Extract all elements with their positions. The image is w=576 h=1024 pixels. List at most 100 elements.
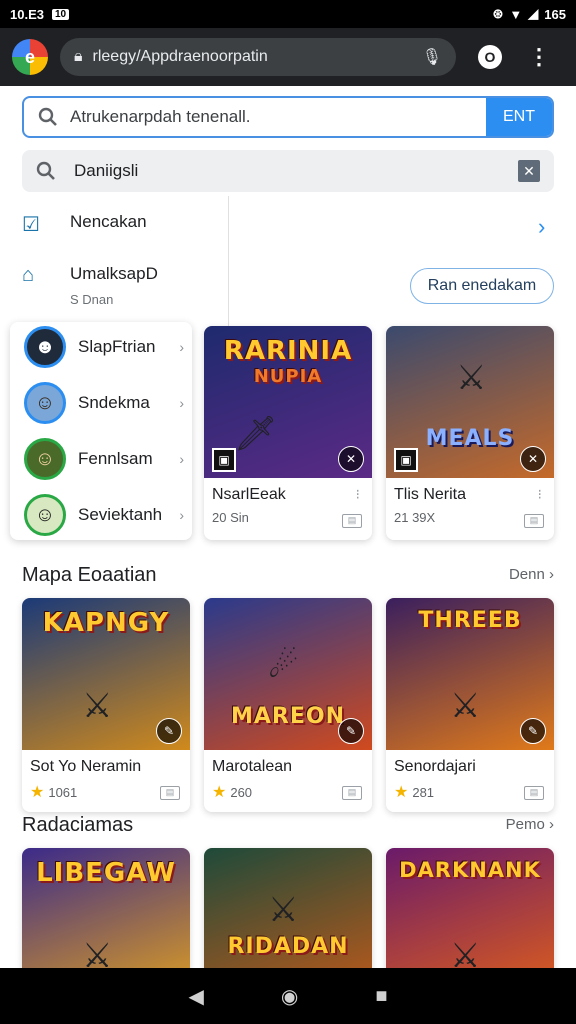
star-icon: ★: [394, 784, 409, 801]
game-art-title: THREEB: [418, 608, 522, 633]
search-input[interactable]: Atrukenarpdah tenenall.: [24, 98, 486, 136]
game-card[interactable]: RARINIA NUPIA 🗡︎ ▣ ✕ NsarlEeak 20 Sin ⁝ …: [204, 326, 372, 540]
chevron-right-icon: ›: [179, 395, 184, 411]
game-art: RARINIA NUPIA 🗡︎ ▣ ✕: [204, 326, 372, 478]
menu-divider: [228, 196, 229, 326]
section-more-label: Pemo: [505, 816, 545, 833]
play-icon[interactable]: ✎: [520, 718, 546, 744]
overflow-menu-icon[interactable]: ⋮: [528, 46, 550, 68]
url-text: rleegy/Appdraenoorpatin: [92, 48, 268, 65]
status-battery: 165: [544, 6, 566, 22]
contact-item[interactable]: ☺ Fennlsam ›: [24, 438, 184, 480]
game-art-title: DARKNANK: [399, 858, 541, 882]
section-more-link[interactable]: Pemo ›: [506, 816, 554, 833]
wifi-icon: ▼: [509, 6, 523, 22]
game-art: MEALS ⚔︎ ▣ ✕: [386, 326, 554, 478]
contact-list: ☻ SlapFtrian › ☺ Sndekma › ☺ Fennlsam › …: [10, 322, 192, 540]
game-card[interactable]: MAREON ☄︎ ✎ Marotalean ★ 260 ▤: [204, 598, 372, 812]
contact-name: Seviektanh: [78, 505, 163, 524]
hero-figure-icon: ⚔︎: [82, 687, 113, 725]
download-icon[interactable]: ▤: [524, 514, 544, 528]
home-button-icon[interactable]: ◉: [281, 984, 298, 1009]
section-more-label: Denn: [508, 566, 545, 583]
status-bar: 10.E3 10 ⊛ ▼ ◢ 165: [0, 0, 576, 28]
download-icon[interactable]: ▤: [342, 786, 362, 800]
game-art-subtitle: NUPIA: [253, 366, 323, 387]
status-time: 10.E3: [10, 6, 44, 22]
game-art: MAREON ☄︎ ✎: [204, 598, 372, 750]
search-placeholder: Atrukenarpdah tenenall.: [70, 107, 251, 126]
rating-value: 260: [230, 784, 253, 800]
status-right: ⊛ ▼ ◢ 165: [493, 6, 566, 22]
back-icon[interactable]: ◀: [189, 984, 204, 1009]
contact-item[interactable]: ☺ Sndekma ›: [24, 382, 184, 424]
game-meta: Sot Yo Neramin ★ 1061 ▤: [22, 750, 190, 812]
chevron-right-icon[interactable]: ›: [538, 214, 545, 240]
rating-value: 1061: [48, 784, 78, 800]
play-icon[interactable]: ✕: [338, 446, 364, 472]
hero-figure-icon: ☄︎: [268, 647, 299, 685]
menu-item-2-label: UmalksapD: [70, 264, 158, 283]
chevron-right-icon: ›: [179, 507, 184, 523]
signal-icon: ◢: [528, 6, 539, 21]
chevron-right-icon: ›: [179, 339, 184, 355]
download-icon[interactable]: ▤: [342, 514, 362, 528]
url-bar[interactable]: 🔒︎ rleegy/Appdraenoorpatin 🎙︎: [60, 38, 456, 76]
rating-badge-icon: ▣: [394, 448, 418, 472]
hero-figure-icon: ⚔︎: [456, 359, 487, 397]
clear-icon[interactable]: ✕: [518, 160, 540, 182]
star-icon: ★: [30, 784, 45, 801]
menu-item-1[interactable]: ☑ Nencakan: [22, 212, 147, 236]
system-nav-bar: ◀ ◉ ■: [0, 968, 576, 1024]
game-art-title: RIDADAN: [227, 934, 349, 959]
game-art-title: MAREON: [230, 704, 345, 729]
game-card[interactable]: KAPNGY ⚔︎ ✎ Sot Yo Neramin ★ 1061 ▤: [22, 598, 190, 812]
search-go-button[interactable]: ENT: [486, 98, 552, 136]
play-icon[interactable]: ✎: [338, 718, 364, 744]
download-icon[interactable]: ▤: [524, 786, 544, 800]
contact-name: Sndekma: [78, 393, 150, 412]
browser-toolbar: e 🔒︎ rleegy/Appdraenoorpatin 🎙︎ O ⋮: [0, 28, 576, 86]
mic-icon[interactable]: 🎙︎: [422, 47, 442, 67]
game-art-title: MEALS: [425, 426, 515, 451]
play-icon[interactable]: ✕: [520, 446, 546, 472]
search-bar[interactable]: Atrukenarpdah tenenall. ENT: [22, 96, 554, 138]
menu-item-2-sub: S Dnan: [70, 292, 114, 307]
avatar: ☻: [24, 326, 66, 368]
game-card[interactable]: THREEB ⚔︎ ✎ Senordajari ★ 281 ▤: [386, 598, 554, 812]
secondary-search[interactable]: Daniigsli ✕: [22, 150, 554, 192]
pill-button[interactable]: Ran enedakam: [410, 268, 554, 304]
game-art: THREEB ⚔︎ ✎: [386, 598, 554, 750]
secondary-search-label: Daniigsli: [74, 161, 139, 180]
search-icon: [36, 161, 55, 180]
hero-figure-icon: ⚔︎: [268, 891, 299, 929]
recents-icon[interactable]: ■: [375, 985, 387, 1008]
more-icon[interactable]: ⁝: [356, 486, 360, 503]
app-logo-icon[interactable]: e: [12, 39, 48, 75]
download-icon[interactable]: ▤: [160, 786, 180, 800]
contact-name: Fennlsam: [78, 449, 153, 468]
contact-name: SlapFtrian: [78, 337, 156, 356]
more-icon[interactable]: ⁝: [538, 486, 542, 503]
tab-switcher-button[interactable]: O: [478, 45, 502, 69]
avatar: ☺: [24, 494, 66, 536]
contact-item[interactable]: ☻ SlapFtrian ›: [24, 326, 184, 368]
game-title: Tlis Nerita: [394, 486, 467, 503]
play-icon[interactable]: ✎: [156, 718, 182, 744]
section-title: Radaciamas: [22, 814, 134, 836]
game-meta: Tlis Nerita 21 39X ⁝ ▤: [386, 478, 554, 540]
game-art-title: RARINIA: [223, 336, 353, 366]
game-art-title: LIBEGAW: [36, 858, 176, 888]
game-title: Marotalean: [212, 758, 293, 775]
star-icon: ★: [212, 784, 227, 801]
section-more-link[interactable]: Denn ›: [509, 566, 554, 583]
avatar: ☺: [24, 438, 66, 480]
game-meta: Senordajari ★ 281 ▤: [386, 750, 554, 812]
game-title: Sot Yo Neramin: [30, 758, 142, 775]
hero-figure-icon: 🗡︎: [234, 415, 278, 453]
game-title: Senordajari: [394, 758, 476, 775]
game-card[interactable]: MEALS ⚔︎ ▣ ✕ Tlis Nerita 21 39X ⁝ ▤: [386, 326, 554, 540]
contact-item[interactable]: ☺ Seviektanh ›: [24, 494, 184, 536]
rating-badge-icon: ▣: [212, 448, 236, 472]
menu-item-2[interactable]: ⌂ UmalksapD S Dnan: [22, 264, 158, 307]
